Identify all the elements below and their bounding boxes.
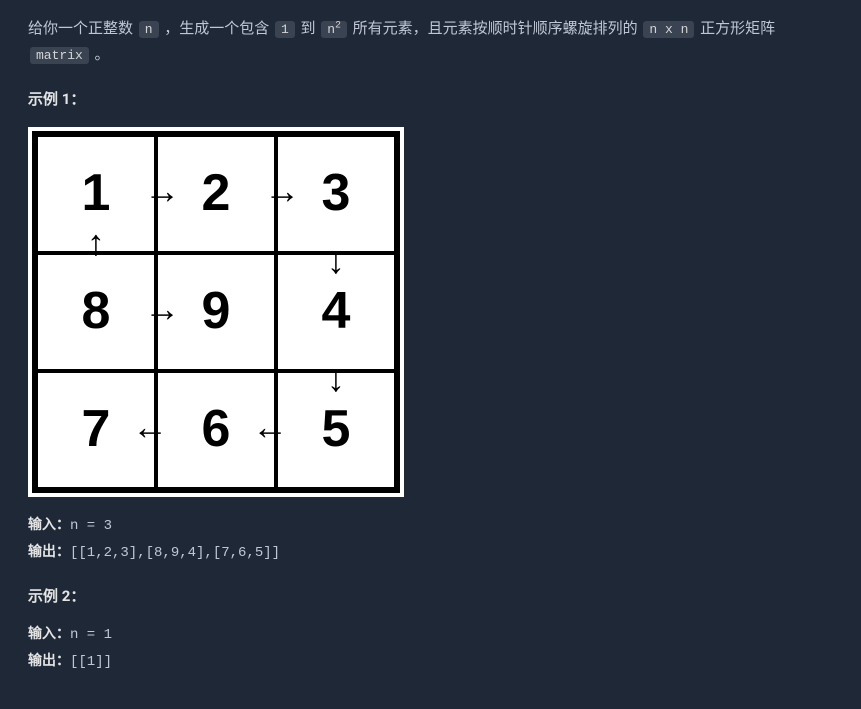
code-nxn: n x n bbox=[643, 21, 694, 38]
example-2-input: 输入：n = 1 bbox=[28, 624, 833, 648]
desc-text-2: ，生成一个包含 bbox=[161, 19, 273, 37]
spiral-matrix-diagram: 1 → 2 → 3 ↓ 8 → ↑ 9 4 ↓ 7 6 ← bbox=[28, 127, 404, 497]
code-matrix: matrix bbox=[30, 47, 89, 64]
arrow-down-icon: ↓ bbox=[327, 243, 345, 279]
input-label: 输入： bbox=[28, 518, 70, 534]
output-label: 输出： bbox=[28, 545, 70, 561]
input-value: n = 1 bbox=[70, 627, 112, 643]
matrix-cell: 8 → ↑ bbox=[34, 251, 158, 373]
arrow-left-icon: ← bbox=[252, 409, 288, 445]
example-1-output: 输出：[[1,2,3],[8,9,4],[7,6,5]] bbox=[28, 542, 833, 566]
arrow-up-icon: ↑ bbox=[87, 225, 105, 261]
desc-text-5: 正方形矩阵 bbox=[696, 19, 775, 37]
output-value: [[1,2,3],[8,9,4],[7,6,5]] bbox=[70, 545, 280, 561]
desc-text-6: 。 bbox=[91, 45, 110, 63]
arrow-right-icon: → bbox=[144, 291, 180, 327]
arrow-right-icon: → bbox=[144, 173, 180, 209]
example-1-io: 输入：n = 3 输出：[[1,2,3],[8,9,4],[7,6,5]] bbox=[28, 515, 833, 567]
input-value: n = 3 bbox=[70, 518, 112, 534]
example-2-output: 输出：[[1]] bbox=[28, 651, 833, 675]
matrix-grid: 1 → 2 → 3 ↓ 8 → ↑ 9 4 ↓ 7 6 ← bbox=[32, 131, 400, 493]
desc-text-4: 所有元素，且元素按顺时针顺序螺旋排列的 bbox=[349, 19, 641, 37]
code-n: n bbox=[139, 21, 159, 38]
example-1-input: 输入：n = 3 bbox=[28, 515, 833, 539]
example-2-title: 示例 2： bbox=[28, 584, 833, 610]
output-value: [[1]] bbox=[70, 654, 112, 670]
code-1: 1 bbox=[275, 21, 295, 38]
arrow-left-icon: ← bbox=[132, 409, 168, 445]
input-label: 输入： bbox=[28, 627, 70, 643]
example-2-io: 输入：n = 1 输出：[[1]] bbox=[28, 624, 833, 676]
arrow-right-icon: → bbox=[264, 173, 300, 209]
matrix-num-7: 7 bbox=[82, 385, 111, 473]
desc-text-3: 到 bbox=[297, 19, 319, 37]
matrix-num-2: 2 bbox=[202, 149, 231, 237]
output-label: 输出： bbox=[28, 654, 70, 670]
example-1-title: 示例 1： bbox=[28, 87, 833, 113]
desc-text-1: 给你一个正整数 bbox=[28, 19, 137, 37]
matrix-num-8: 8 bbox=[82, 267, 111, 355]
code-n-squared: n2 bbox=[321, 21, 347, 38]
arrow-down-icon: ↓ bbox=[327, 361, 345, 397]
matrix-num-6: 6 bbox=[202, 385, 231, 473]
problem-description: 给你一个正整数 n ，生成一个包含 1 到 n2 所有元素，且元素按顺时针顺序螺… bbox=[28, 16, 833, 67]
matrix-num-3: 3 bbox=[322, 149, 351, 237]
matrix-num-9: 9 bbox=[202, 267, 231, 355]
